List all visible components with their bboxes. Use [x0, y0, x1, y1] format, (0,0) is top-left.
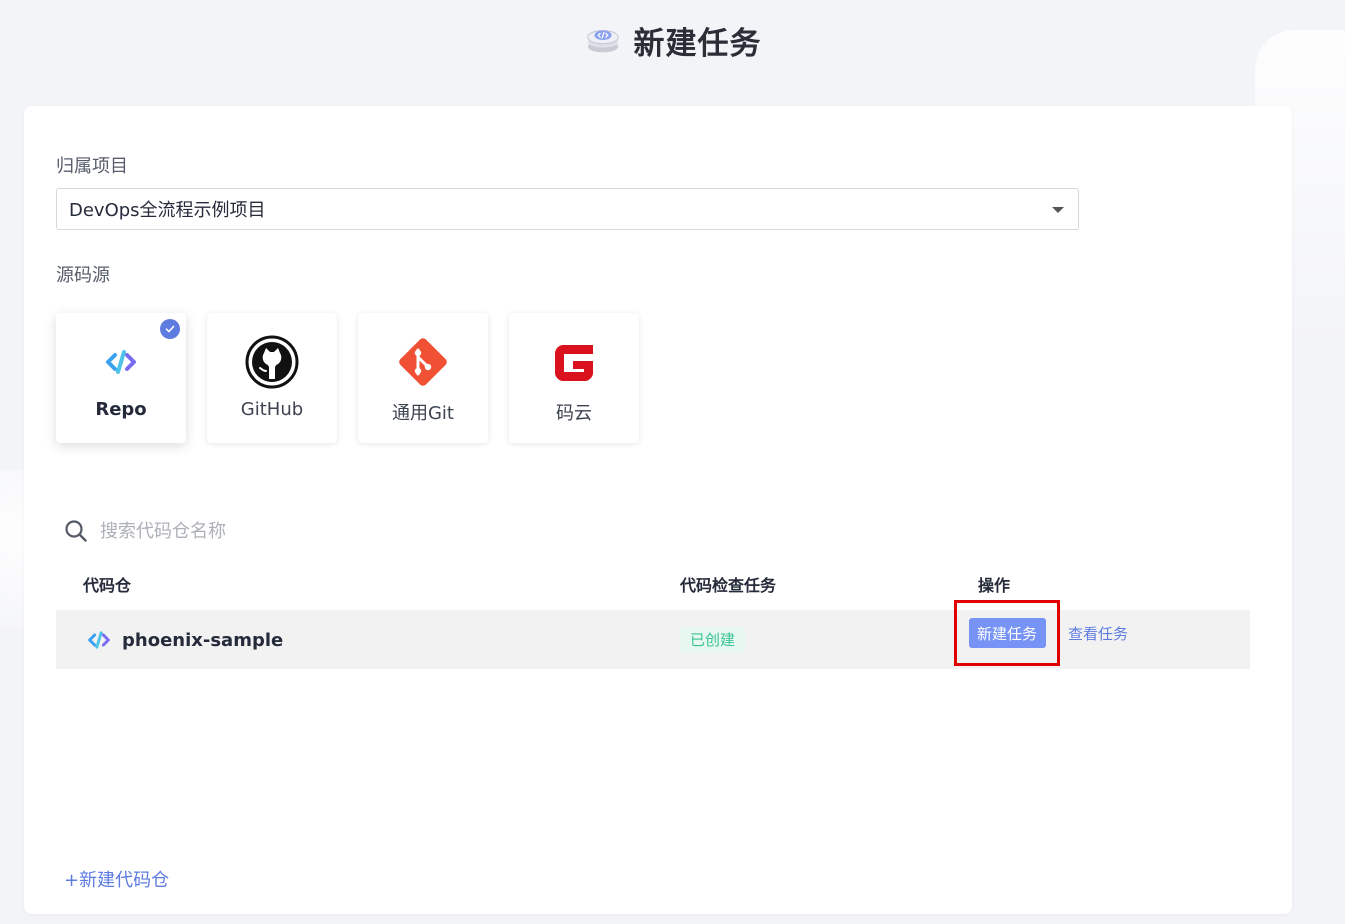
- repo-search: [64, 516, 502, 546]
- page-header: 新建任务: [0, 18, 1345, 62]
- project-label: 归属项目: [56, 156, 128, 177]
- github-icon: [243, 333, 301, 391]
- git-icon: [394, 333, 452, 391]
- repo-icon: [92, 333, 150, 391]
- source-label: 源码源: [56, 265, 110, 286]
- main-card: 归属项目 DevOps全流程示例项目 源码源 Repo GitHub 通用Git…: [24, 106, 1292, 914]
- actions-cell: 新建任务 查看任务: [954, 600, 1128, 666]
- status-badge: 已创建: [680, 627, 746, 652]
- code-disk-icon: [586, 30, 619, 53]
- gitee-icon: [545, 333, 603, 391]
- source-option-github[interactable]: GitHub: [207, 313, 337, 443]
- check-icon: [160, 319, 180, 339]
- repo-name: phoenix-sample: [122, 629, 284, 651]
- repo-icon: [88, 631, 110, 649]
- source-option-label: GitHub: [240, 399, 304, 420]
- source-option-label: 码云: [556, 403, 592, 424]
- caret-down-icon[interactable]: [1052, 207, 1064, 213]
- repo-name-cell: phoenix-sample: [86, 627, 283, 653]
- new-repo-link[interactable]: +新建代码仓: [64, 866, 169, 892]
- source-option-label: Repo: [95, 399, 147, 420]
- source-option-label: 通用Git: [391, 403, 454, 424]
- search-icon: [65, 520, 87, 542]
- source-option-git[interactable]: 通用Git: [358, 313, 488, 443]
- page-title: 新建任务: [633, 25, 762, 62]
- table-header: 代码仓 代码检查任务 操作: [56, 564, 1250, 600]
- source-option-gitee[interactable]: 码云: [509, 313, 639, 443]
- new-task-button[interactable]: 新建任务: [968, 618, 1046, 648]
- highlight-box: 新建任务: [954, 600, 1060, 666]
- project-select-value: DevOps全流程示例项目: [69, 200, 266, 221]
- project-select[interactable]: DevOps全流程示例项目: [56, 188, 1079, 230]
- source-options: Repo GitHub 通用Git 码云: [56, 313, 639, 443]
- search-input[interactable]: [98, 519, 502, 543]
- repo-table: 代码仓 代码检查任务 操作 phoenix-sample 已创建 新建任务 查看…: [56, 564, 1250, 669]
- table-row: phoenix-sample 已创建 新建任务 查看任务: [56, 600, 1250, 669]
- column-header-actions: 操作: [978, 576, 1011, 595]
- column-header-task: 代码检查任务: [680, 576, 777, 595]
- source-option-repo[interactable]: Repo: [56, 313, 186, 443]
- column-header-repo: 代码仓: [83, 576, 132, 595]
- view-task-link[interactable]: 查看任务: [1068, 623, 1128, 644]
